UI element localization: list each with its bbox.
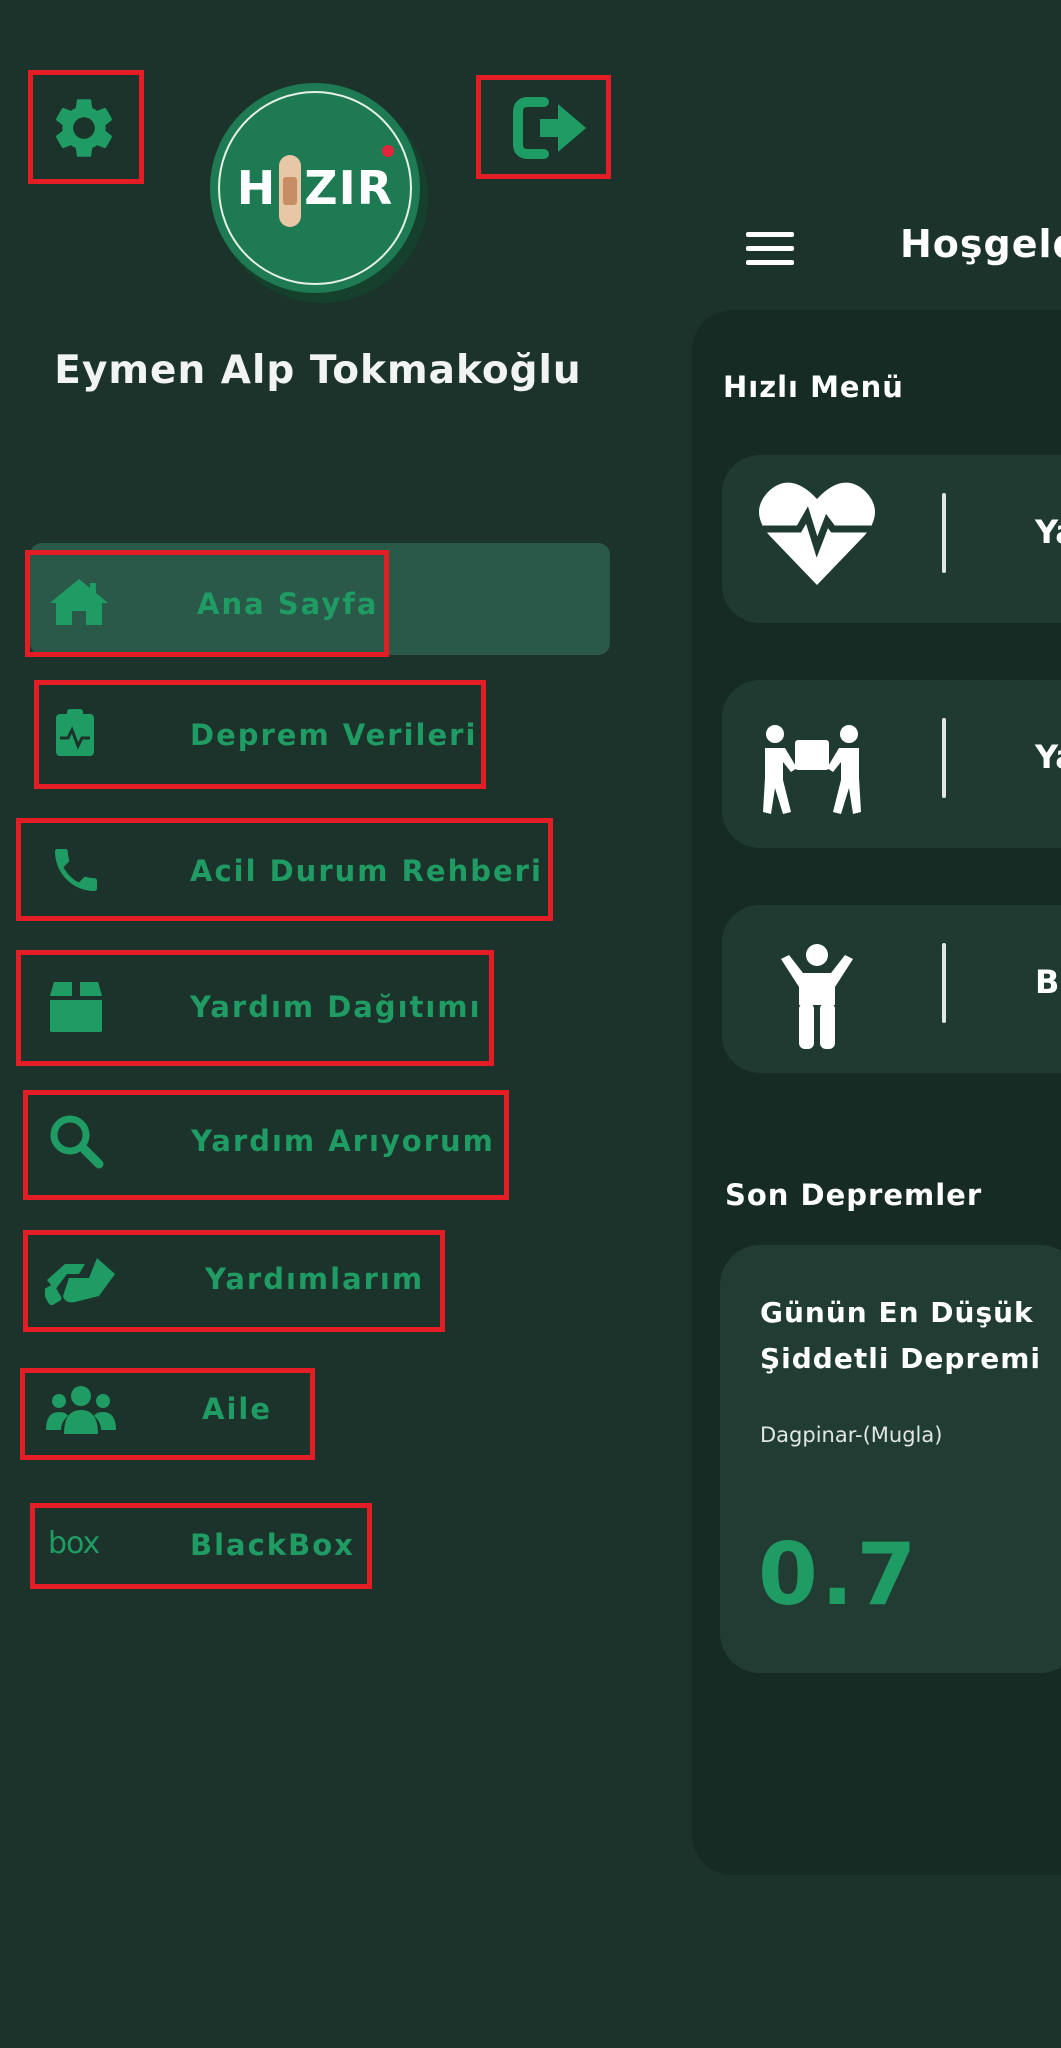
bandaid-icon	[279, 155, 302, 227]
hamburger-button[interactable]	[742, 228, 802, 276]
highlight-box	[30, 1503, 372, 1589]
heart-pulse-icon	[759, 482, 875, 585]
separator	[942, 943, 946, 1023]
earthquake-magnitude: 0.7	[758, 1525, 920, 1625]
header-title: Hoşgeld	[900, 222, 1061, 266]
people-carry-icon	[763, 725, 861, 814]
quick-menu-title: Hızlı Menü	[723, 370, 904, 404]
highlight-box	[16, 950, 494, 1066]
highlight-box	[20, 1368, 315, 1460]
earthquake-card-title: Günün En Düşük Şiddetli Depremi	[760, 1296, 1042, 1375]
logo-text-left: H	[236, 161, 277, 215]
quick-card[interactable]: Ya	[722, 455, 1061, 623]
earthquake-card[interactable]: Günün En Düşük Şiddetli Depremi Dagpinar…	[720, 1245, 1061, 1673]
separator	[942, 718, 946, 798]
heart-icon	[382, 145, 394, 157]
highlight-box	[16, 818, 553, 921]
app-logo: H ZIR	[210, 83, 428, 303]
highlight-box	[34, 680, 486, 789]
highlight-box	[23, 1090, 509, 1200]
highlight-box	[25, 550, 389, 657]
quick-card[interactable]: B	[722, 905, 1061, 1073]
quick-card-label: B	[1035, 963, 1060, 1001]
child-icon	[781, 944, 853, 1049]
quick-card[interactable]: Ya	[722, 680, 1061, 848]
user-name: Eymen Alp Tokmakoğlu	[54, 348, 582, 393]
quick-card-label: Ya	[1035, 738, 1061, 776]
separator	[942, 493, 946, 573]
earthquake-location: Dagpinar-(Mugla)	[760, 1423, 943, 1447]
logo-text-right: ZIR	[304, 161, 394, 215]
recent-quakes-title: Son Depremler	[725, 1178, 983, 1212]
highlight-box	[23, 1230, 445, 1332]
highlight-box	[28, 70, 144, 184]
menu-icon	[746, 232, 794, 265]
highlight-box	[476, 75, 611, 179]
quick-card-label: Ya	[1035, 513, 1061, 551]
